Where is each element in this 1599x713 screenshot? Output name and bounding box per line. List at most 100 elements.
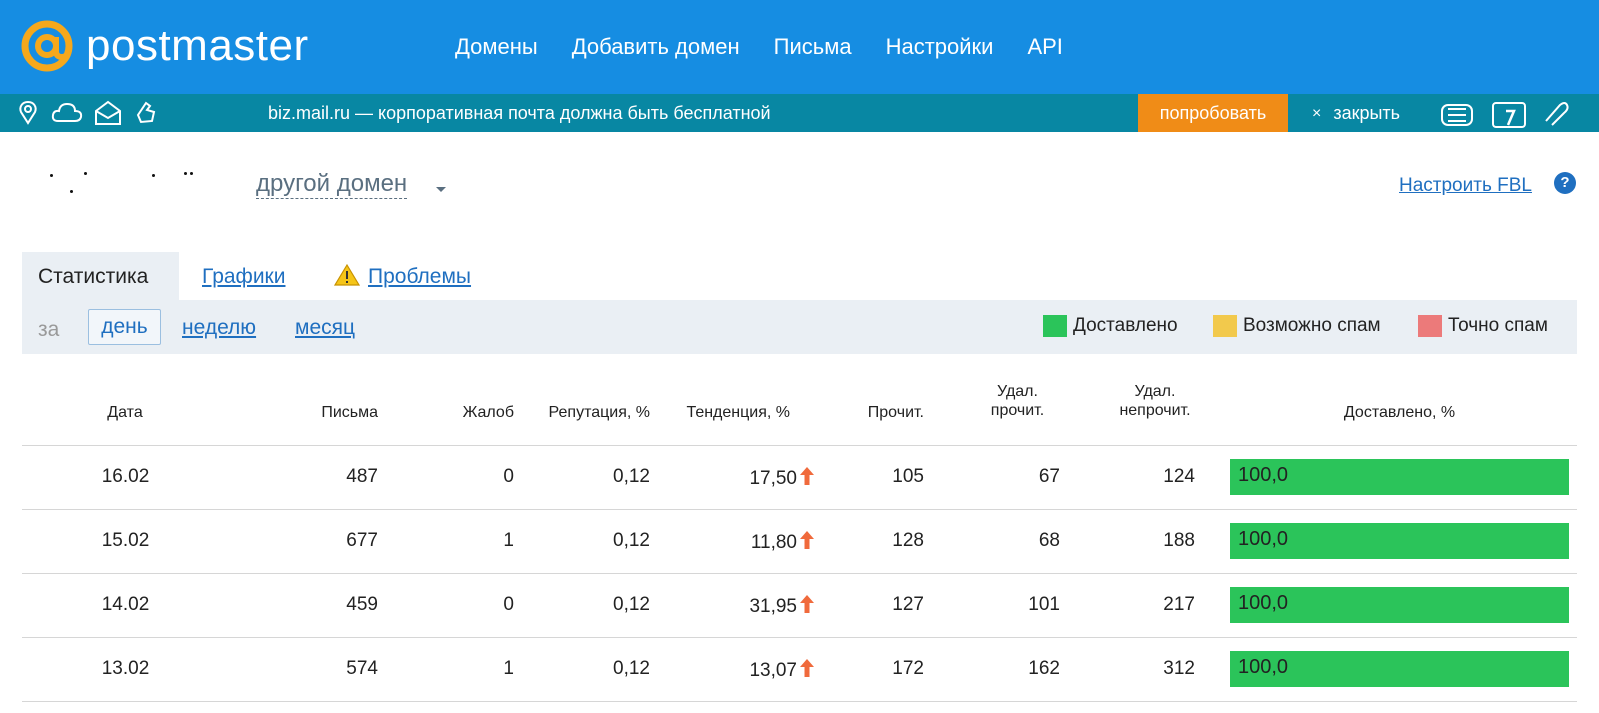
delivered-bar: 100,0 — [1230, 651, 1569, 687]
legend-swatch — [1213, 315, 1237, 337]
cell-deleted-unread: 217 — [1163, 594, 1195, 615]
period-month-link[interactable]: месяц — [295, 316, 355, 340]
cell-reputation: 0,12 — [613, 658, 650, 679]
top-header: postmaster Домены Добавить домен Письма … — [0, 0, 1599, 94]
trend-up-arrow-icon — [800, 595, 814, 613]
delivered-value: 100,0 — [1238, 464, 1289, 486]
nav-letters[interactable]: Письма — [774, 30, 852, 64]
trend-up-arrow-icon — [800, 659, 814, 677]
cell-deleted-unread: 312 — [1163, 658, 1195, 679]
cell-trend: 17,50 — [660, 466, 815, 490]
promo-close-button[interactable]: × закрыть — [1312, 103, 1400, 124]
promo-text: biz.mail.ru — корпоративная почта должна… — [268, 103, 771, 123]
col-read: Прочит. — [867, 404, 924, 421]
trend-value: 31,95 — [749, 596, 797, 617]
close-icon: × — [1312, 104, 1322, 122]
main-nav: Домены Добавить домен Письма Настройки A… — [455, 30, 1097, 64]
promo-icons-left — [14, 99, 168, 127]
legend-swatch — [1418, 315, 1442, 337]
table-row: 15.02 677 1 0,12 128 68 188 11,80 100,0 — [22, 510, 1577, 574]
col-deleted-read-line2: прочит. — [990, 402, 1045, 419]
cell-deleted-read: 101 — [1028, 594, 1060, 615]
postmaster-logo[interactable]: postmaster — [20, 18, 309, 74]
cell-reputation: 0,12 — [613, 466, 650, 487]
cell-deleted-unread: 124 — [1163, 466, 1195, 487]
domain-name-redacted — [40, 168, 210, 198]
trend-up-arrow-icon — [800, 467, 814, 485]
trend-value: 17,50 — [749, 468, 797, 489]
hand-icon — [136, 101, 156, 124]
col-trend: Тенденция, % — [686, 404, 790, 421]
gift-icon — [1441, 104, 1473, 126]
cell-complaints: 0 — [503, 594, 514, 615]
nav-api[interactable]: API — [1027, 30, 1062, 64]
warning-icon — [334, 263, 360, 286]
cell-deleted-read: 68 — [1038, 530, 1060, 551]
delivered-bar: 100,0 — [1230, 523, 1569, 559]
period-prefix: за — [38, 318, 60, 341]
col-deleted-unread-line2: непрочит. — [1119, 402, 1191, 419]
period-week-link[interactable]: неделю — [182, 316, 256, 340]
other-domain-dropdown[interactable]: другой домен — [256, 170, 408, 199]
tab-charts[interactable]: Графики — [202, 265, 285, 289]
promo-icons-right — [1436, 97, 1578, 129]
nav-add-domain[interactable]: Добавить домен — [572, 30, 740, 64]
legend-maybe-spam: Возможно спам — [1213, 315, 1381, 337]
cell-complaints: 0 — [503, 466, 514, 487]
cell-date: 16.02 — [101, 466, 150, 487]
legend-swatch — [1043, 315, 1067, 337]
cell-complaints: 1 — [503, 658, 514, 679]
help-icon[interactable]: ? — [1554, 172, 1576, 194]
delivered-value: 100,0 — [1238, 656, 1289, 678]
legend-label: Точно спам — [1448, 315, 1548, 336]
promo-try-button[interactable]: попробовать — [1138, 94, 1288, 132]
cell-read: 105 — [892, 466, 924, 487]
logo-text: postmaster — [86, 21, 309, 70]
legend-spam: Точно спам — [1418, 315, 1548, 337]
cell-letters: 459 — [346, 594, 378, 615]
cell-date: 13.02 — [101, 658, 150, 679]
tab-statistics[interactable]: Статистика — [22, 252, 179, 300]
table-row: 13.02 574 1 0,12 172 162 312 13,07 100,0 — [22, 638, 1577, 702]
nav-domains[interactable]: Домены — [455, 30, 538, 64]
promo-banner: biz.mail.ru — корпоративная почта должна… — [0, 94, 1599, 132]
delivered-bar: 100,0 — [1230, 587, 1569, 623]
col-complaints: Жалоб — [462, 404, 514, 421]
cell-date: 15.02 — [101, 530, 150, 551]
legend-label: Доставлено — [1073, 315, 1178, 336]
at-sign-icon — [21, 20, 73, 72]
period-day-button[interactable]: день — [88, 309, 161, 345]
cell-deleted-read: 67 — [1038, 466, 1060, 487]
col-delivered: Доставлено, % — [1343, 404, 1456, 421]
col-deleted-read: Удал. прочит. — [975, 382, 1060, 420]
trend-value: 11,80 — [750, 532, 797, 553]
nav-settings[interactable]: Настройки — [886, 30, 994, 64]
col-reputation: Репутация, % — [548, 404, 650, 421]
delivered-value: 100,0 — [1238, 528, 1289, 550]
cell-read: 172 — [892, 658, 924, 679]
cell-reputation: 0,12 — [613, 530, 650, 551]
cell-deleted-read: 162 — [1028, 658, 1060, 679]
col-date: Дата — [107, 404, 143, 421]
paperclip-icon — [1545, 102, 1569, 126]
delivered-value: 100,0 — [1238, 592, 1289, 614]
tab-problems[interactable]: Проблемы — [368, 265, 471, 289]
cell-letters: 574 — [346, 658, 378, 679]
cell-deleted-unread: 188 — [1163, 530, 1195, 551]
col-deleted-unread-line1: Удал. — [1134, 383, 1176, 400]
cell-letters: 487 — [346, 466, 378, 487]
envelope-icon — [95, 100, 121, 125]
calendar-icon — [1492, 102, 1526, 128]
cell-date: 14.02 — [101, 594, 150, 615]
configure-fbl-link[interactable]: Настроить FBL — [1399, 175, 1532, 197]
cell-trend: 13,07 — [660, 658, 815, 682]
trend-value: 13,07 — [749, 660, 797, 681]
delivered-bar: 100,0 — [1230, 459, 1569, 495]
col-deleted-read-line1: Удал. — [997, 383, 1038, 400]
col-deleted-unread: Удал. непрочит. — [1105, 382, 1205, 420]
table-row: 14.02 459 0 0,12 127 101 217 31,95 100,0 — [22, 574, 1577, 638]
promo-close-label: закрыть — [1333, 103, 1401, 123]
legend-label: Возможно спам — [1243, 315, 1381, 336]
cell-letters: 677 — [346, 530, 378, 551]
cell-trend: 31,95 — [660, 594, 815, 618]
